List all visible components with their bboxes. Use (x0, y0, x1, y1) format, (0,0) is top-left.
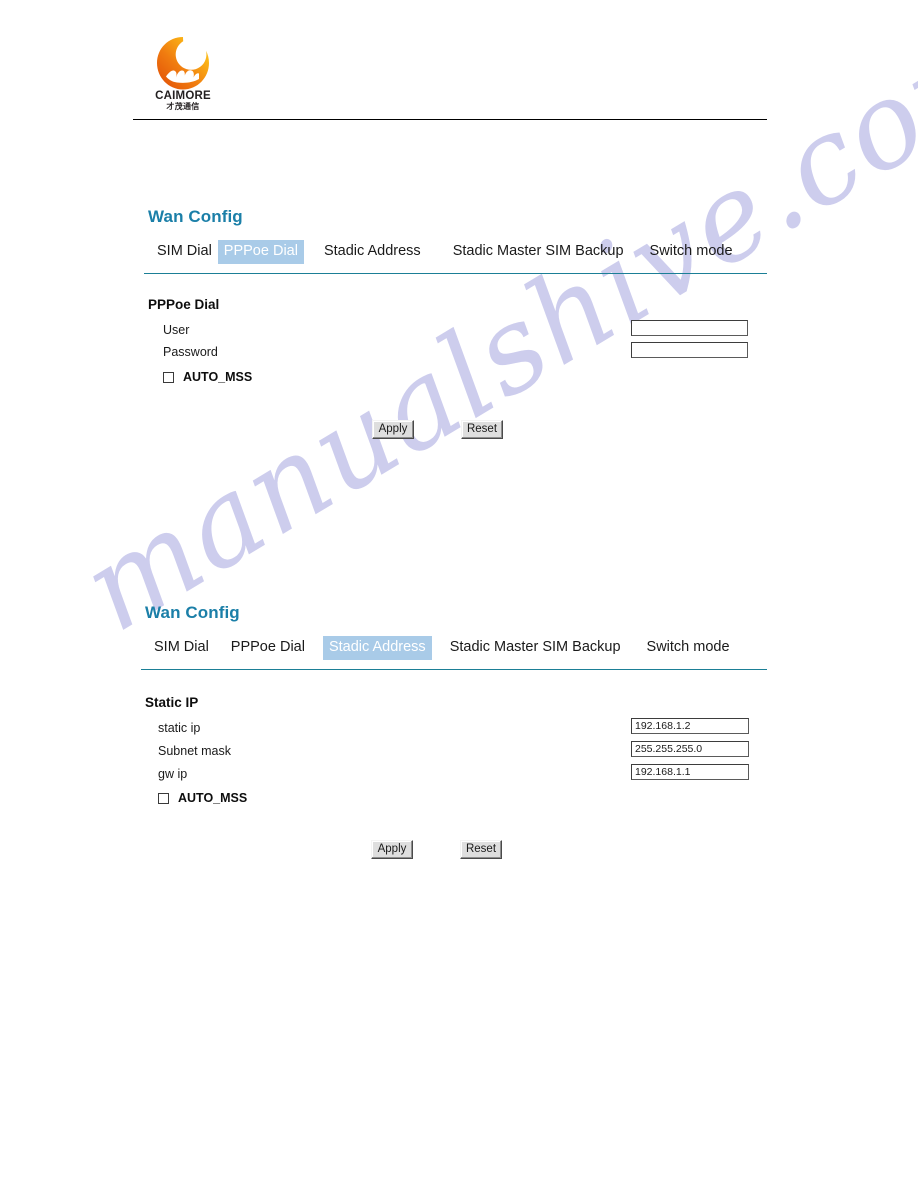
caimore-logo: CAIMORE 才茂通信 (149, 36, 217, 114)
form-title-static: Static IP (145, 695, 199, 710)
section-heading-static: Wan Config (145, 603, 240, 622)
tab-sim-dial[interactable]: SIM Dial (151, 240, 218, 264)
reset-button-pppoe[interactable]: Reset (461, 420, 503, 439)
tabs-pppoe: SIM Dial PPPoe Dial Stadic Address Stadic M… (151, 240, 739, 264)
header-divider (133, 119, 767, 120)
auto-mss-checkbox-pppoe[interactable] (163, 371, 174, 383)
static-ip-input[interactable] (631, 718, 749, 734)
field-label-subnet-mask: Subnet mask (158, 744, 231, 758)
tab-pppoe-dial[interactable]: PPPoe Dial (217, 240, 304, 264)
field-label-user: User (163, 323, 190, 337)
password-input[interactable] (631, 342, 748, 358)
apply-button-static[interactable]: Apply (371, 840, 413, 859)
apply-button-pppoe[interactable]: Apply (372, 420, 414, 439)
section-pppoe: Wan Config SIM Dial PPPoe Dial Stadic Addr… (144, 207, 788, 439)
field-label-password: Password (163, 345, 218, 359)
reset-button-static[interactable]: Reset (460, 840, 502, 859)
tabs-divider-pppoe (144, 273, 767, 274)
field-label-gw-ip: gw ip (158, 767, 188, 781)
tab-pppoe-dial-2[interactable]: PPPoe Dial (225, 636, 311, 660)
crescent-moon-logo-icon (157, 37, 209, 90)
tab-switch-mode-2[interactable]: Switch mode (641, 636, 736, 660)
logo-brand-text: CAIMORE (155, 90, 211, 102)
auto-mss-row-pppoe[interactable]: AUTO_MSS (163, 371, 252, 384)
tab-sim-dial-2[interactable]: SIM Dial (148, 636, 215, 660)
tab-stadic-master-sim-backup[interactable]: Stadic Master SIM Backup (447, 240, 630, 264)
gw-ip-input[interactable] (631, 764, 749, 780)
page-header: CAIMORE 才茂通信 (0, 0, 918, 125)
tab-stadic-master-sim-backup-2[interactable]: Stadic Master SIM Backup (444, 636, 627, 660)
field-label-static-ip: static ip (158, 721, 201, 735)
document-page: manualshive.com CAIMORE 才茂通信 Wan Config … (0, 0, 918, 1188)
subnet-mask-input[interactable] (631, 741, 749, 757)
tabs-static: SIM Dial PPPoe Dial Stadic Address Stadic M… (148, 636, 736, 660)
section-static: Wan Config SIM Dial PPPoe Dial Stadic Addr… (141, 603, 785, 859)
tab-stadic-address[interactable]: Stadic Address (318, 240, 427, 264)
section-heading-pppoe: Wan Config (148, 207, 243, 226)
auto-mss-label-static: AUTO_MSS (178, 791, 248, 805)
auto-mss-checkbox-static[interactable] (158, 792, 169, 804)
auto-mss-label-pppoe: AUTO_MSS (183, 370, 253, 384)
logo-brand-text-cn: 才茂通信 (166, 102, 200, 111)
tabs-divider-static (141, 669, 767, 670)
tab-switch-mode[interactable]: Switch mode (644, 240, 739, 264)
user-input[interactable] (631, 320, 748, 336)
form-title-pppoe: PPPoe Dial (148, 297, 220, 312)
auto-mss-row-static[interactable]: AUTO_MSS (158, 792, 247, 805)
tab-stadic-address-2[interactable]: Stadic Address (322, 636, 432, 660)
